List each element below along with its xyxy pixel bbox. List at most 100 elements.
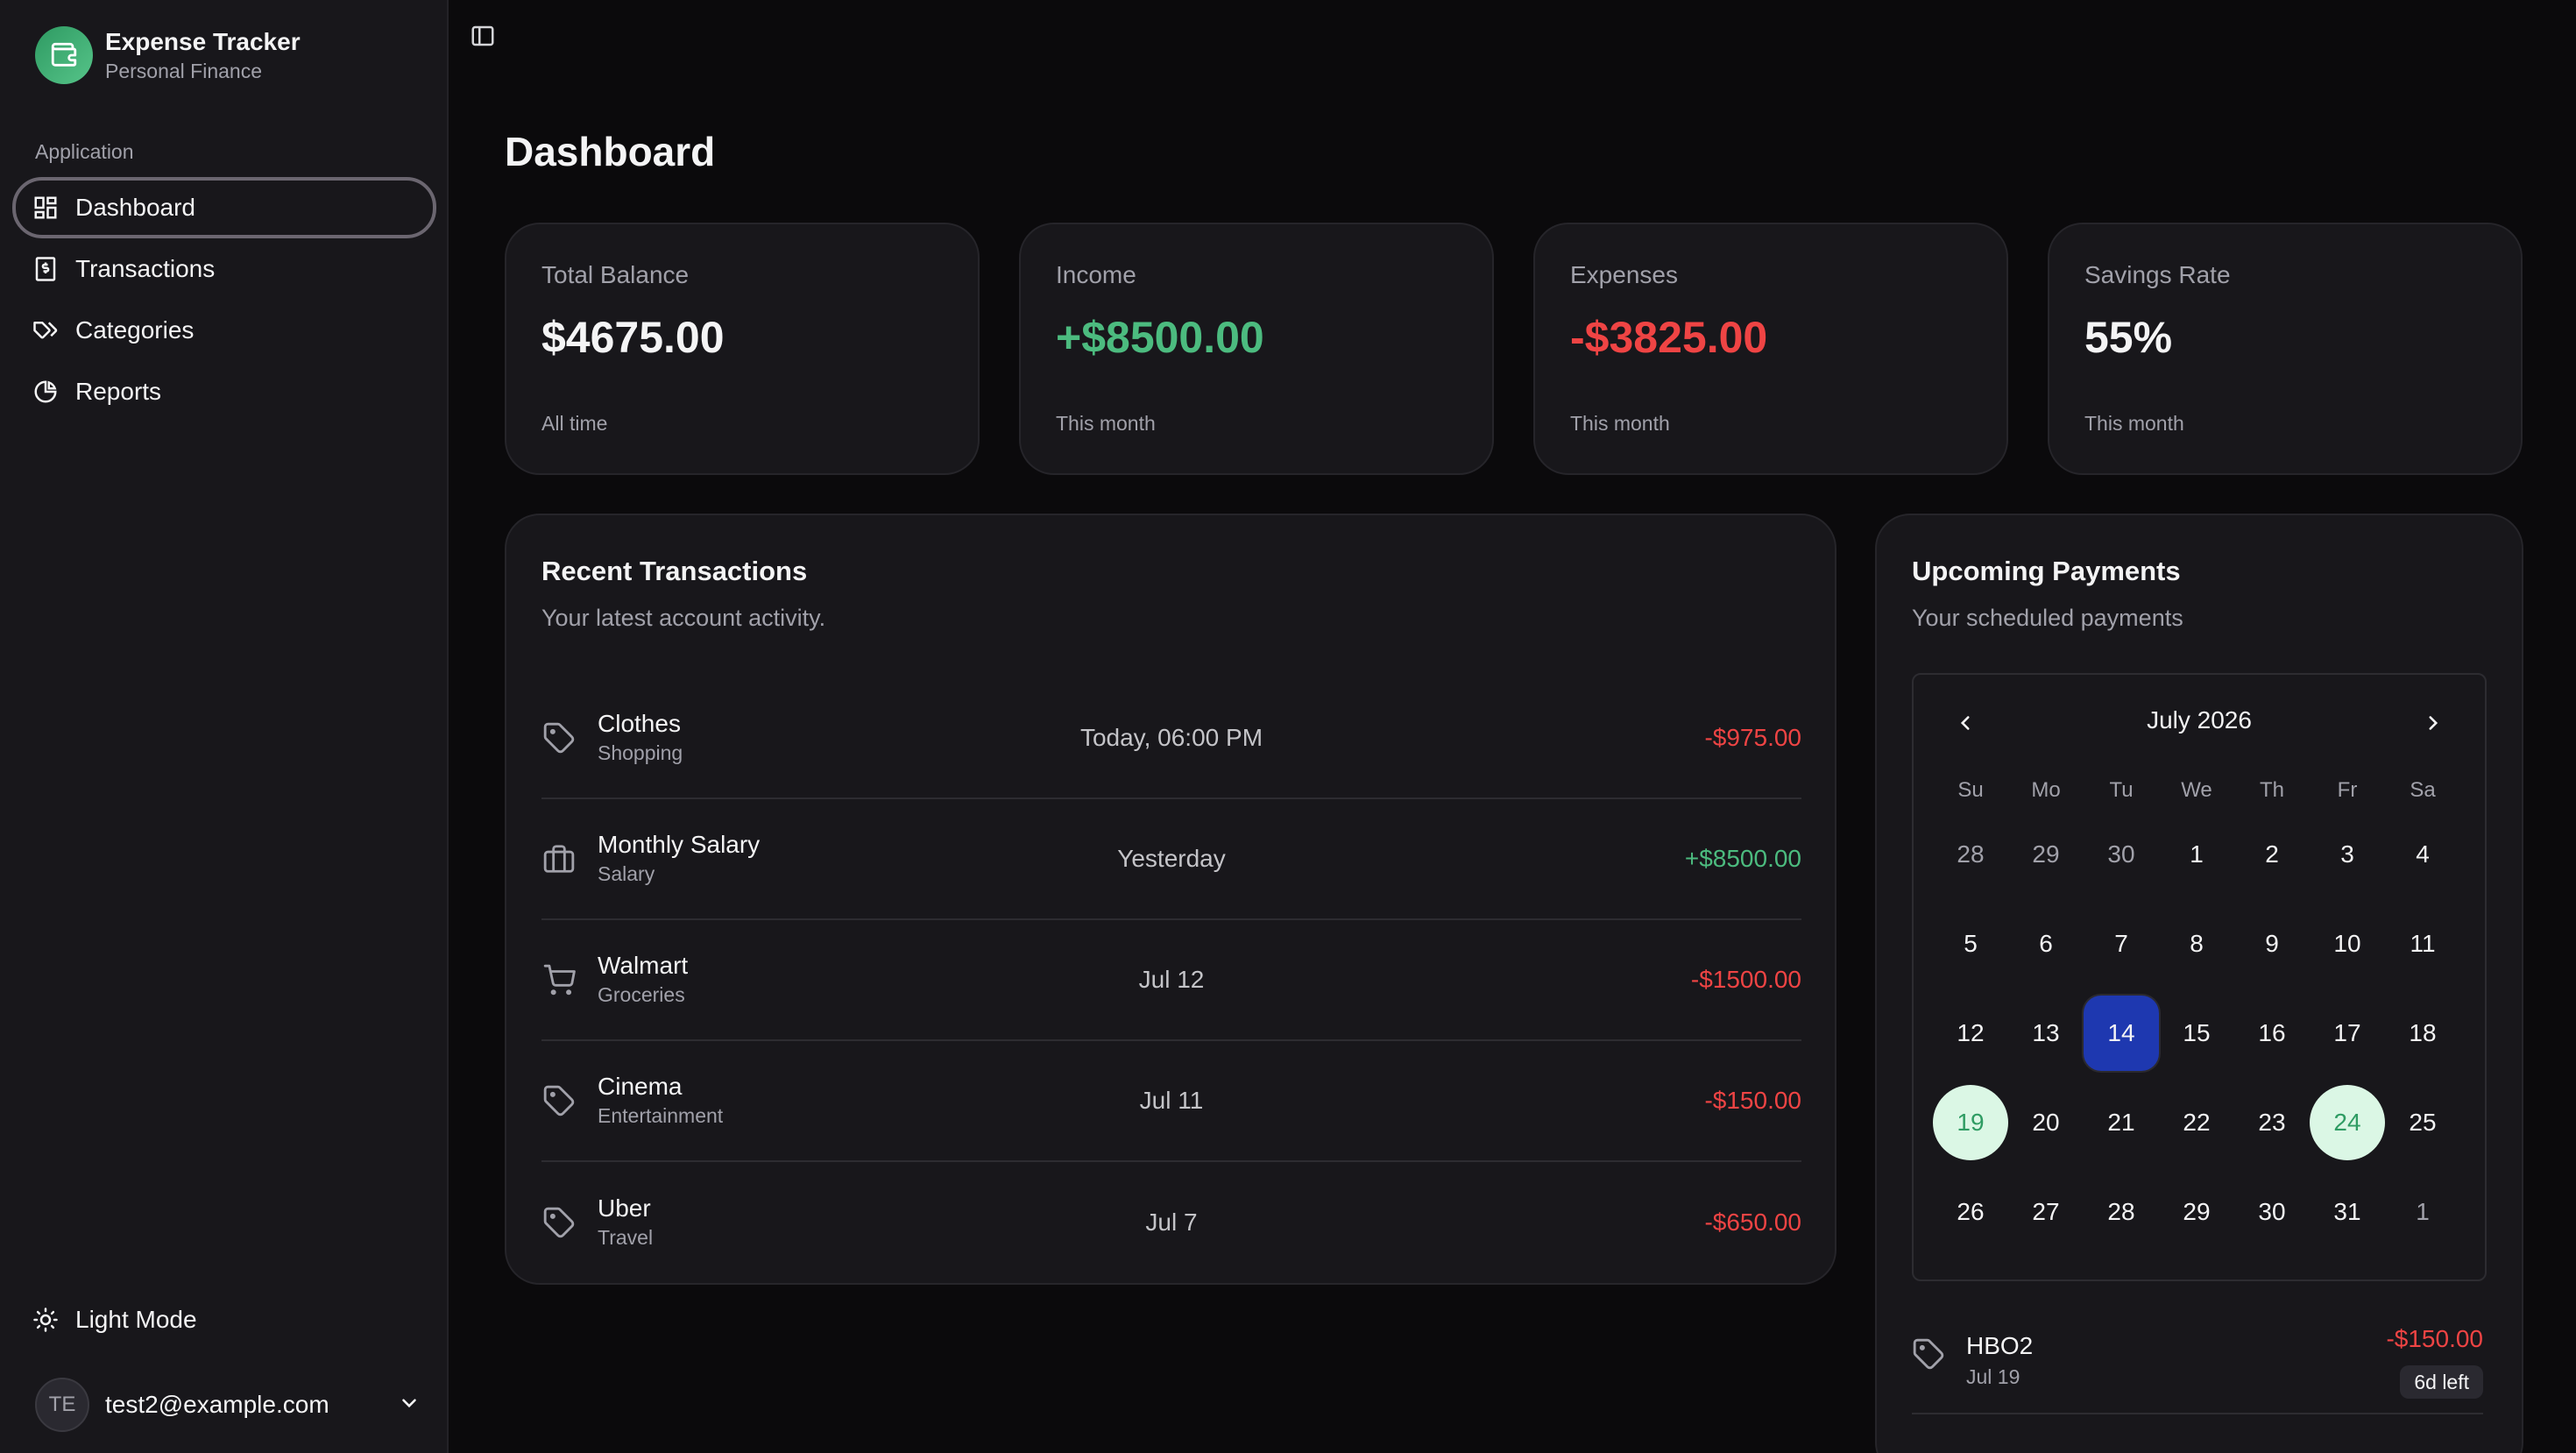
stat-label: Expenses (1570, 261, 1678, 288)
stat-card-total-balance: Total Balance $4675.00 All time (505, 223, 980, 475)
calendar-day[interactable]: 7 (2084, 906, 2159, 982)
calendar-day[interactable]: 17 (2310, 996, 2385, 1071)
chevron-down-icon (398, 1392, 421, 1419)
sidebar-nav: Dashboard Transactions Categories Report… (12, 177, 436, 422)
table-row[interactable]: Uber Travel Jul 7 -$650.00 (541, 1162, 1801, 1283)
transaction-amount: +$8500.00 (1684, 845, 1801, 872)
stat-label: Total Balance (541, 261, 690, 288)
payment-row[interactable]: HBO2 Jul 19 -$150.00 6d left (1912, 1313, 2483, 1414)
stat-card-savings-rate: Savings Rate 55% This month (2048, 223, 2523, 475)
transaction-category: Salary (598, 862, 655, 885)
calendar-day[interactable]: 28 (2084, 1174, 2159, 1250)
transaction-amount: -$650.00 (1704, 1208, 1801, 1236)
panel-title: Recent Transactions (541, 556, 808, 586)
transaction-amount: -$1500.00 (1690, 966, 1801, 993)
calendar-day[interactable]: 29 (2159, 1174, 2234, 1250)
transaction-category: Travel (598, 1226, 654, 1249)
weekday: Su (1957, 778, 1984, 802)
tags-icon (32, 316, 60, 344)
layout-grid-icon (32, 194, 60, 222)
tag-icon (541, 1083, 577, 1118)
calendar-day[interactable]: 4 (2385, 817, 2460, 892)
calendar-day[interactable]: 2 (2234, 817, 2310, 892)
calendar-day[interactable]: 25 (2385, 1085, 2460, 1160)
calendar-day[interactable]: 30 (2084, 817, 2159, 892)
calendar-day[interactable]: 15 (2159, 996, 2234, 1071)
payment-date: Jul 19 (1966, 1365, 2020, 1388)
calendar-day[interactable]: 13 (2008, 996, 2084, 1071)
calendar-day[interactable]: 27 (2008, 1174, 2084, 1250)
calendar-day[interactable]: 1 (2385, 1174, 2460, 1250)
calendar-day[interactable]: 23 (2234, 1085, 2310, 1160)
tag-icon (541, 1205, 577, 1240)
stat-value: $4675.00 (541, 313, 725, 362)
sidebar-toggle-icon[interactable] (470, 23, 498, 51)
calendar-day[interactable]: 1 (2159, 817, 2234, 892)
transaction-name: Uber (598, 1194, 651, 1222)
sidebar-item-transactions[interactable]: Transactions (12, 238, 436, 300)
calendar-day[interactable]: 18 (2385, 996, 2460, 1071)
table-row[interactable]: Cinema Entertainment Jul 11 -$150.00 (541, 1041, 1801, 1162)
stat-foot: This month (1570, 412, 1670, 435)
tag-icon (541, 720, 577, 755)
weekday: Sa (2410, 778, 2436, 802)
sidebar-item-dashboard[interactable]: Dashboard (12, 177, 436, 238)
upcoming-payments-panel: Upcoming Payments Your scheduled payment… (1875, 514, 2523, 1453)
calendar-day[interactable]: 30 (2234, 1174, 2310, 1250)
table-row[interactable]: Monthly Salary Salary Yesterday +$8500.00 (541, 799, 1801, 920)
calendar-day[interactable]: 21 (2084, 1085, 2159, 1160)
payment-amount: -$150.00 (2386, 1325, 2483, 1352)
theme-toggle[interactable]: Light Mode (32, 1306, 197, 1334)
briefcase-icon (541, 841, 577, 876)
transaction-list: Clothes Shopping Today, 06:00 PM -$975.00… (541, 678, 1801, 1283)
calendar-day[interactable]: 26 (1933, 1174, 2008, 1250)
sidebar-item-reports[interactable]: Reports (12, 361, 436, 422)
receipt-dollar-icon (32, 255, 60, 283)
brand-title: Expense Tracker (105, 28, 301, 55)
calendar-week: 12 13 14 15 16 17 18 (1933, 989, 2469, 1078)
stat-foot: This month (2084, 412, 2184, 435)
transaction-date: Jul 7 (1145, 1208, 1198, 1236)
weekday: Th (2259, 778, 2284, 802)
calendar-day[interactable]: 5 (1933, 906, 2008, 982)
calendar-day[interactable]: 22 (2159, 1085, 2234, 1160)
tag-icon (1912, 1337, 1947, 1372)
transaction-amount: -$150.00 (1704, 1087, 1801, 1114)
main-content: Dashboard Total Balance $4675.00 All tim… (449, 0, 2576, 1453)
stat-value: -$3825.00 (1570, 313, 1768, 362)
transaction-name: Clothes (598, 710, 681, 737)
calendar-day[interactable]: 24 (2310, 1085, 2385, 1160)
stat-card-income: Income +$8500.00 This month (1019, 223, 1494, 475)
chevron-right-icon[interactable] (2420, 710, 2446, 736)
table-row[interactable]: Clothes Shopping Today, 06:00 PM -$975.00 (541, 678, 1801, 799)
sidebar-item-label: Reports (75, 378, 162, 405)
transaction-category: Entertainment (598, 1104, 724, 1127)
calendar-day[interactable]: 20 (2008, 1085, 2084, 1160)
calendar-day[interactable]: 29 (2008, 817, 2084, 892)
sidebar-item-categories[interactable]: Categories (12, 300, 436, 361)
stat-label: Savings Rate (2084, 261, 2231, 288)
panel-title: Upcoming Payments (1912, 556, 2181, 586)
calendar-day[interactable]: 16 (2234, 996, 2310, 1071)
calendar-day[interactable]: 8 (2159, 906, 2234, 982)
payment-name: HBO2 (1966, 1332, 2034, 1359)
calendar-week: 5 6 7 8 9 10 11 (1933, 899, 2469, 989)
calendar-day[interactable]: 19 (1933, 1085, 2008, 1160)
calendar-day[interactable]: 3 (2310, 817, 2385, 892)
brand[interactable]: Expense Tracker Personal Finance (35, 26, 301, 84)
calendar-day[interactable]: 14 (2084, 996, 2159, 1071)
calendar-day[interactable]: 11 (2385, 906, 2460, 982)
calendar: July 2026 Su Mo Tu We Th Fr Sa 28 29 30 1 2 3… (1912, 673, 2487, 1281)
calendar-day[interactable]: 10 (2310, 906, 2385, 982)
calendar-day[interactable]: 31 (2310, 1174, 2385, 1250)
weekday: Tu (2109, 778, 2134, 802)
transaction-name: Cinema (598, 1073, 683, 1100)
calendar-day[interactable]: 12 (1933, 996, 2008, 1071)
table-row[interactable]: Walmart Groceries Jul 12 -$1500.00 (541, 920, 1801, 1041)
user-menu[interactable]: TE test2@example.com (35, 1378, 421, 1432)
calendar-day[interactable]: 28 (1933, 817, 2008, 892)
weekday: Mo (2031, 778, 2061, 802)
shopping-cart-icon (541, 962, 577, 997)
calendar-day[interactable]: 6 (2008, 906, 2084, 982)
calendar-day[interactable]: 9 (2234, 906, 2310, 982)
